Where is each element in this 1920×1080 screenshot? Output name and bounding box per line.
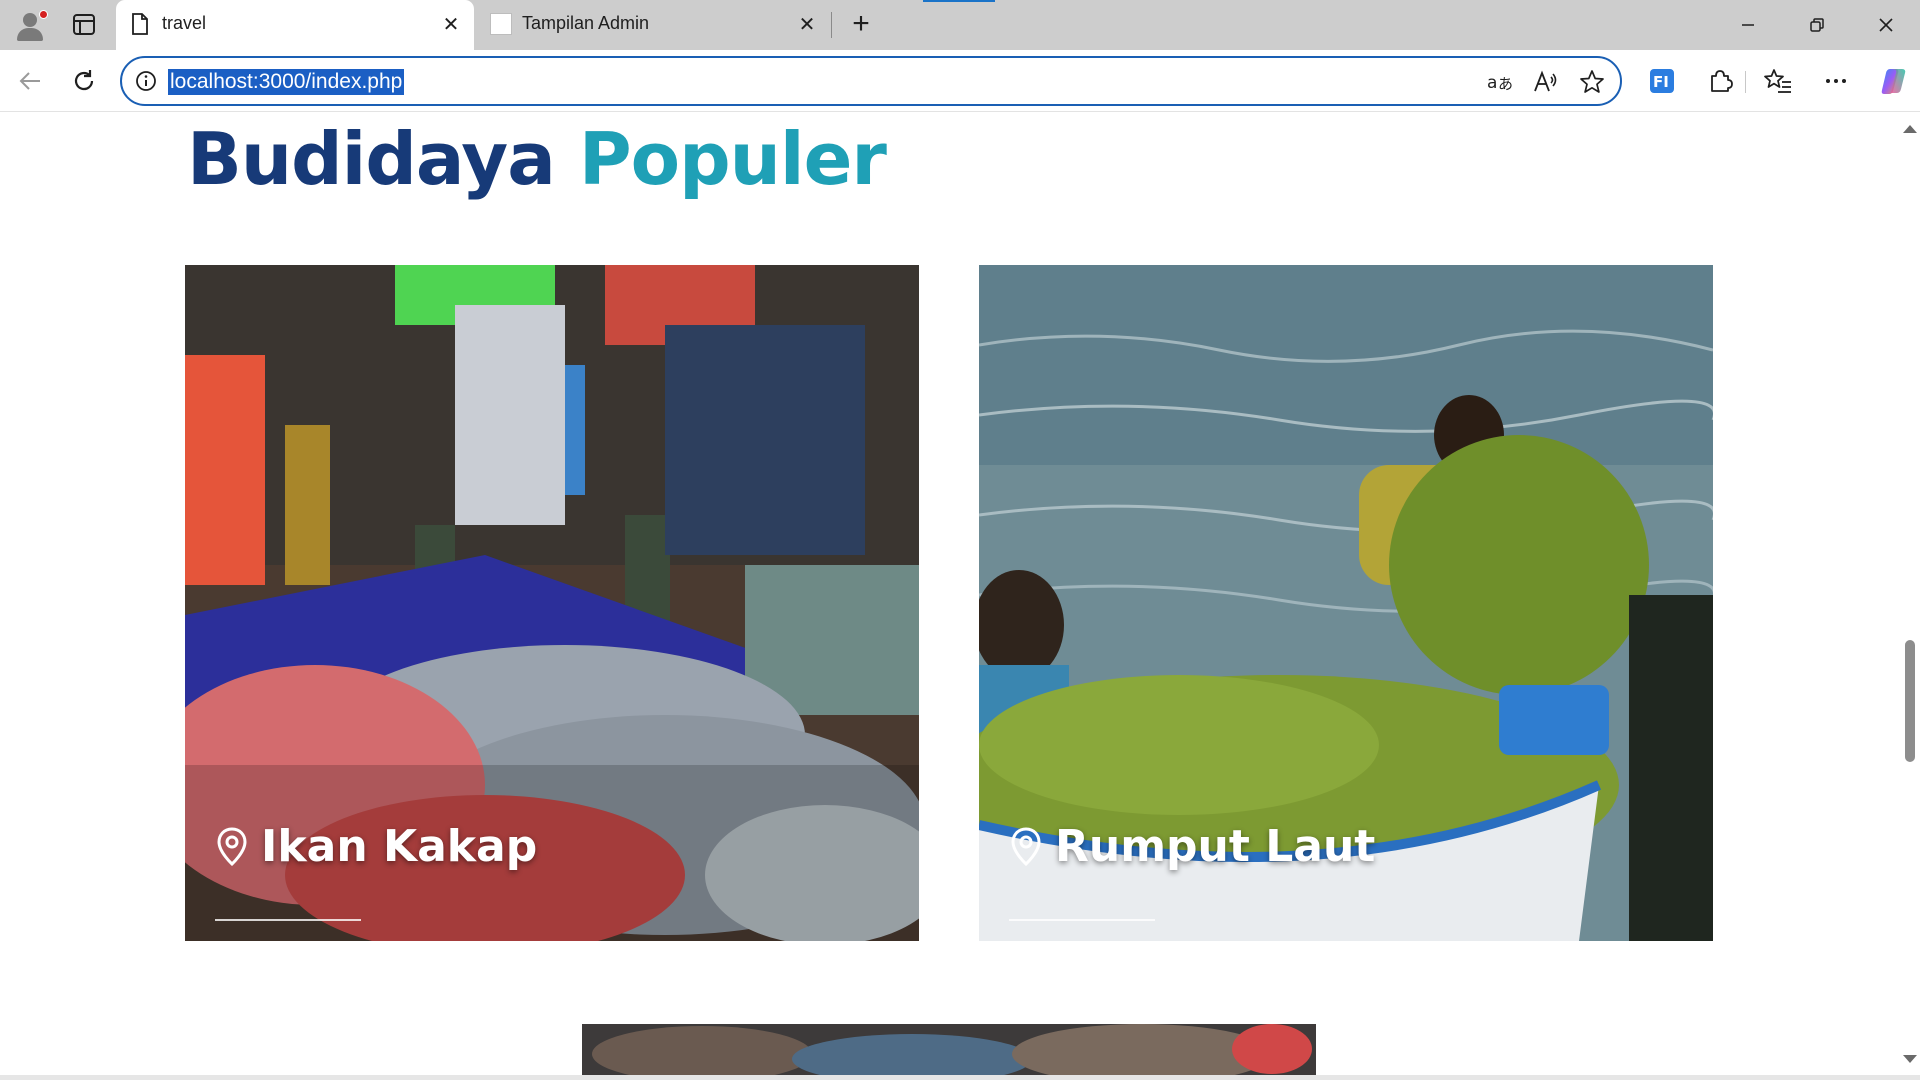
avatar-head (23, 13, 37, 27)
svg-text:a: a (1487, 73, 1497, 93)
map-pin-icon (1011, 826, 1041, 866)
blank-page-icon (490, 13, 512, 35)
page-viewport: Budidaya Populer Ikan Kakap Rumput Laut (0, 113, 1920, 1075)
toolbar-right-actions: FI (1640, 61, 1916, 101)
restore-icon (1809, 18, 1824, 32)
tab-title: travel (162, 13, 207, 33)
translate-button[interactable]: a あ (1484, 67, 1516, 97)
heading-word-2: Populer (578, 117, 887, 201)
restore-button[interactable] (1782, 0, 1851, 50)
card-caption: Rumput Laut (1009, 821, 1375, 872)
tab-separator (831, 12, 832, 38)
back-button[interactable] (10, 61, 50, 101)
settings-more-button[interactable] (1814, 61, 1858, 101)
card-underline (1009, 919, 1155, 921)
address-url[interactable]: localhost:3000/index.php (168, 69, 405, 95)
new-tab-button[interactable]: + (844, 8, 878, 42)
extensions-button[interactable] (1698, 61, 1742, 101)
loading-indicator (923, 0, 995, 2)
profile-avatar-button[interactable] (10, 6, 50, 42)
scroll-thumb[interactable] (1905, 640, 1915, 762)
card-partial-lobster[interactable] (582, 1024, 1316, 1075)
favorites-list-icon (1764, 69, 1791, 93)
page-scrollbar[interactable] (1900, 113, 1920, 1075)
read-aloud-button[interactable] (1530, 67, 1562, 97)
back-arrow-icon (19, 72, 40, 90)
tab-strip: travel ✕ Tampilan Admin ✕ + (0, 0, 1920, 50)
browser-toolbar: localhost:3000/index.php a あ FI (0, 50, 1920, 112)
card-caption: Ikan Kakap (215, 821, 537, 872)
avatar-body (17, 28, 43, 41)
map-pin-icon (217, 826, 247, 866)
window-bottom-edge (0, 1075, 1920, 1080)
tab-tampilan-admin[interactable]: Tampilan Admin ✕ (476, 0, 830, 50)
extension-fi-icon: FI (1650, 69, 1674, 93)
close-tab-icon[interactable]: ✕ (794, 12, 820, 38)
more-dots-icon (1826, 79, 1846, 83)
extension-fi-button[interactable]: FI (1640, 61, 1684, 101)
vertical-tabs-icon (73, 14, 95, 35)
site-info-icon[interactable] (134, 69, 158, 93)
copilot-button[interactable] (1872, 61, 1916, 101)
card-rumput-laut[interactable]: Rumput Laut (979, 265, 1713, 941)
reload-button[interactable] (64, 61, 104, 101)
address-bar[interactable]: localhost:3000/index.php a あ (120, 56, 1622, 106)
document-icon (132, 13, 148, 35)
tab-title: Tampilan Admin (522, 13, 650, 33)
puzzle-icon (1711, 70, 1733, 92)
read-aloud-icon (1534, 70, 1557, 92)
tab-travel[interactable]: travel ✕ (116, 0, 474, 50)
card-underline (215, 919, 361, 921)
heading-word-1: Budidaya (187, 117, 556, 201)
close-icon (1878, 18, 1893, 32)
svg-text:あ: あ (1498, 75, 1513, 93)
window-controls (1713, 0, 1920, 50)
star-icon (1580, 70, 1604, 93)
card-title: Rumput Laut (1055, 821, 1376, 872)
favorites-button[interactable] (1756, 61, 1800, 101)
minimize-icon (1741, 24, 1754, 26)
card-title: Ikan Kakap (261, 821, 538, 872)
notification-dot (39, 10, 48, 19)
lobster-photo (582, 1024, 1316, 1075)
copilot-icon (1881, 69, 1906, 94)
close-window-button[interactable] (1851, 0, 1920, 50)
toolbar-divider (1745, 71, 1746, 93)
minimize-button[interactable] (1713, 0, 1782, 50)
close-tab-icon[interactable]: ✕ (438, 12, 464, 38)
favorite-button[interactable] (1576, 67, 1608, 97)
card-ikan-kakap[interactable]: Ikan Kakap (185, 265, 919, 941)
translate-icon: a あ (1487, 73, 1513, 93)
tab-actions-button[interactable] (66, 10, 102, 40)
scroll-down-arrow-icon[interactable] (1903, 1055, 1917, 1063)
scroll-up-arrow-icon[interactable] (1903, 125, 1917, 133)
svg-text:FI: FI (1653, 73, 1669, 91)
reload-icon (74, 70, 94, 91)
section-heading: Budidaya Populer (187, 117, 887, 201)
address-bar-actions: a あ (1484, 67, 1608, 97)
